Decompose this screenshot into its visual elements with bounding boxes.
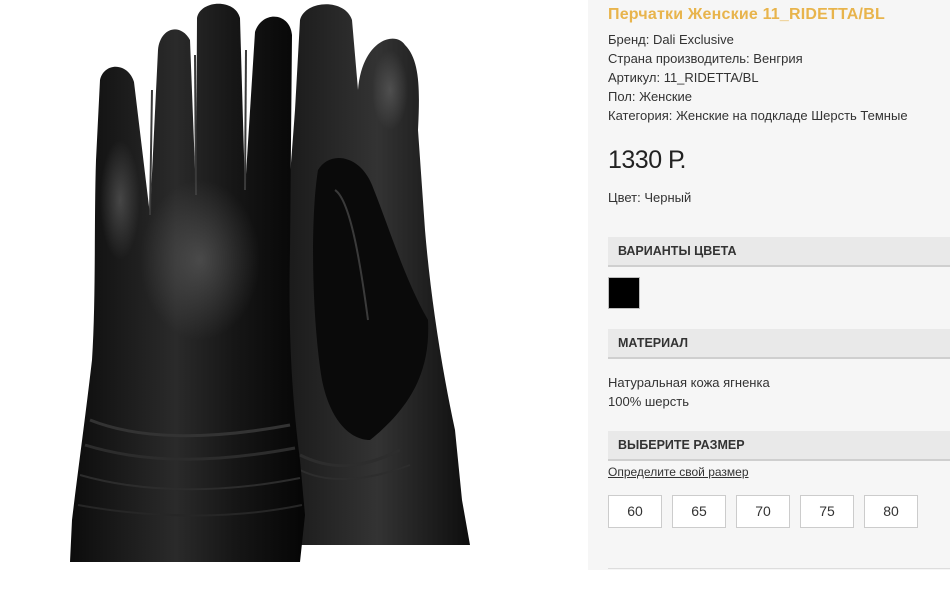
right-glove	[284, 4, 470, 545]
product-info-panel	[588, 0, 950, 570]
material-line: 100% шерсть	[608, 394, 689, 409]
size-options: 60 65 70 75 80	[608, 495, 918, 528]
size-button-80[interactable]: 80	[864, 495, 918, 528]
size-guide-link[interactable]: Определите свой размер	[608, 465, 749, 479]
size-button-75[interactable]: 75	[800, 495, 854, 528]
spec-category: Категория: Женские на подкладе Шерсть Те…	[608, 108, 908, 123]
product-color: Цвет: Черный	[608, 190, 692, 205]
size-header: ВЫБЕРИТЕ РАЗМЕР	[608, 431, 950, 461]
spec-country: Страна производитель: Венгрия	[608, 51, 803, 66]
spec-article: Артикул: 11_RIDETTA/BL	[608, 70, 759, 85]
panel-divider	[608, 568, 950, 569]
gloves-illustration	[70, 3, 470, 562]
product-title: Перчатки Женские 11_RIDETTA/BL	[608, 6, 885, 23]
left-glove	[70, 3, 305, 562]
product-price: 1330 Р.	[608, 146, 686, 174]
size-button-70[interactable]: 70	[736, 495, 790, 528]
size-button-65[interactable]: 65	[672, 495, 726, 528]
color-swatch-black[interactable]	[608, 277, 640, 309]
color-variants-header: ВАРИАНТЫ ЦВЕТА	[608, 237, 950, 267]
spec-brand: Бренд: Dali Exclusive	[608, 32, 734, 47]
product-image[interactable]	[0, 0, 588, 570]
material-line: Натуральная кожа ягненка	[608, 375, 770, 390]
size-button-60[interactable]: 60	[608, 495, 662, 528]
material-header: МАТЕРИАЛ	[608, 329, 950, 359]
spec-gender: Пол: Женские	[608, 89, 693, 104]
